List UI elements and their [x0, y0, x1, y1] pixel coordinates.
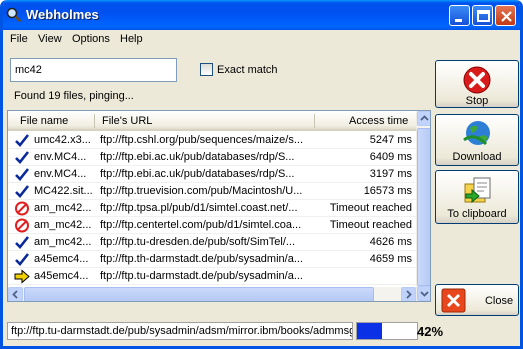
check-icon: [14, 235, 30, 250]
scroll-right-button[interactable]: [401, 287, 416, 301]
scroll-thumb[interactable]: [417, 128, 430, 286]
menu-help[interactable]: Help: [120, 33, 143, 45]
file-url-cell: ftp://ftp.tu-dresden.de/pub/soft/SimTel/…: [100, 236, 296, 248]
access-time-cell: Timeout reached: [329, 219, 412, 231]
maximize-button[interactable]: [472, 5, 493, 26]
stop-button[interactable]: Stop: [435, 60, 519, 108]
vertical-scrollbar[interactable]: [416, 111, 430, 301]
file-name-cell: env.MC4...: [34, 168, 87, 180]
check-icon: [14, 150, 30, 165]
file-name-cell: env.MC4...: [34, 151, 87, 163]
check-icon: [14, 167, 30, 182]
to-clipboard-button[interactable]: To clipboard: [435, 170, 519, 224]
stop-icon: [463, 66, 491, 94]
minimize-icon: [455, 19, 462, 22]
table-row[interactable]: a45emc4... ftp://ftp.tu-darmstadt.de/pub/…: [8, 268, 416, 285]
scroll-up-button[interactable]: [417, 111, 430, 126]
chevron-up-icon: [420, 115, 429, 121]
check-icon: [14, 184, 30, 199]
close-icon: [501, 11, 512, 22]
download-button[interactable]: Download: [435, 114, 519, 166]
current-url-field: ftp://ftp.tu-darmstadt.de/pub/sysadmin/a…: [7, 322, 353, 340]
error-icon: [14, 218, 30, 233]
file-name-cell: am_mc42...: [34, 202, 92, 214]
access-time-cell: Timeout reached: [329, 202, 412, 214]
file-url-cell: ftp://ftp.truevision.com/pub/Macintosh/U…: [100, 185, 303, 197]
access-time-cell: 4659 ms: [369, 253, 412, 265]
file-name-cell: am_mc42...: [34, 219, 92, 231]
access-time-cell: 16573 ms: [363, 185, 412, 197]
file-name-cell: a45emc4...: [34, 253, 89, 265]
exact-match-label[interactable]: Exact match: [217, 64, 278, 76]
chevron-down-icon: [420, 291, 429, 297]
table-row[interactable]: am_mc42... ftp://ftp.centertel.com/pub/d1…: [8, 217, 416, 234]
access-time-cell: 4626 ms: [369, 236, 412, 248]
download-label: Download: [452, 151, 502, 163]
table-row[interactable]: env.MC4... ftp://ftp.ebi.ac.uk/pub/databa…: [8, 166, 416, 183]
scroll-down-button[interactable]: [417, 286, 430, 301]
stop-label: Stop: [465, 95, 489, 107]
table-row[interactable]: am_mc42... ftp://ftp.tu-dresden.de/pub/so…: [8, 234, 416, 251]
error-icon: [14, 201, 30, 216]
table-row[interactable]: umc42.x3... ftp://ftp.cshl.org/pub/sequen…: [8, 132, 416, 149]
clipboard-label: To clipboard: [447, 208, 507, 220]
chevron-left-icon: [12, 290, 18, 299]
search-input[interactable]: [10, 58, 177, 82]
globe-download-icon: [463, 121, 490, 146]
close-window-button[interactable]: [495, 5, 516, 26]
header-access-time[interactable]: Access time: [349, 115, 408, 127]
list-header: File name File's URL Access time: [8, 111, 416, 131]
menu-options[interactable]: Options: [72, 33, 110, 45]
file-url-cell: ftp://ftp.th-darmstadt.de/pub/sysadmin/a…: [100, 253, 303, 265]
app-window: Webholmes File View Options Help Exact m…: [0, 0, 523, 349]
file-url-cell: ftp://ftp.tu-darmstadt.de/pub/sysadmin/a…: [100, 270, 303, 282]
maximize-icon: [477, 10, 490, 22]
exact-match-checkbox[interactable]: [200, 63, 213, 76]
file-name-cell: MC422.sit...: [34, 185, 92, 197]
file-url-cell: ftp://ftp.centertel.com/pub/d1/simtel.co…: [100, 219, 302, 231]
hscroll-thumb[interactable]: [24, 287, 374, 301]
file-url-cell: ftp://ftp.ebi.ac.uk/pub/databases/rdp/S.…: [100, 168, 295, 180]
status-bar: ftp://ftp.tu-darmstadt.de/pub/sysadmin/a…: [7, 322, 519, 342]
file-url-cell: ftp://ftp.ebi.ac.uk/pub/databases/rdp/S.…: [100, 151, 295, 163]
access-time-cell: 6409 ms: [369, 151, 412, 163]
arrow-icon: [14, 269, 30, 284]
minimize-button[interactable]: [449, 5, 470, 26]
table-row[interactable]: env.MC4... ftp://ftp.ebi.ac.uk/pub/databa…: [8, 149, 416, 166]
file-name-cell: a45emc4...: [34, 270, 89, 282]
clipboard-icon: [464, 177, 491, 204]
title-bar[interactable]: Webholmes: [3, 0, 520, 30]
table-row[interactable]: MC422.sit... ftp://ftp.truevision.com/pub…: [8, 183, 416, 200]
close-button[interactable]: Close: [435, 284, 519, 316]
table-row[interactable]: am_mc42... ftp://ftp.tpsa.pl/pub/d1/simte…: [8, 200, 416, 217]
app-icon: [6, 7, 22, 23]
close-label: Close: [484, 295, 514, 307]
horizontal-scrollbar[interactable]: [8, 287, 416, 301]
menu-file[interactable]: File: [10, 33, 28, 45]
check-icon: [14, 133, 30, 148]
header-file-url[interactable]: File's URL: [102, 115, 152, 127]
results-list[interactable]: File name File's URL Access time umc42.x…: [7, 110, 431, 302]
check-icon: [14, 252, 30, 267]
progress-fill: [357, 323, 383, 339]
scroll-left-button[interactable]: [8, 287, 23, 301]
search-status-text: Found 19 files, pinging...: [14, 90, 134, 102]
access-time-cell: 3197 ms: [369, 168, 412, 180]
chevron-right-icon: [406, 290, 412, 299]
file-url-cell: ftp://ftp.tpsa.pl/pub/d1/simtel.coast.ne…: [100, 202, 298, 214]
header-file-name[interactable]: File name: [20, 115, 68, 127]
file-url-cell: ftp://ftp.cshl.org/pub/sequences/maize/s…: [100, 134, 303, 146]
window-title: Webholmes: [26, 7, 99, 22]
progress-bar: [356, 322, 418, 340]
file-name-cell: umc42.x3...: [34, 134, 91, 146]
progress-percent: 42%: [417, 324, 444, 339]
menu-bar: File View Options Help: [3, 30, 520, 48]
menu-view[interactable]: View: [38, 33, 62, 45]
table-row[interactable]: a45emc4... ftp://ftp.th-darmstadt.de/pub/…: [8, 251, 416, 268]
access-time-cell: 5247 ms: [369, 134, 412, 146]
file-name-cell: am_mc42...: [34, 236, 92, 248]
